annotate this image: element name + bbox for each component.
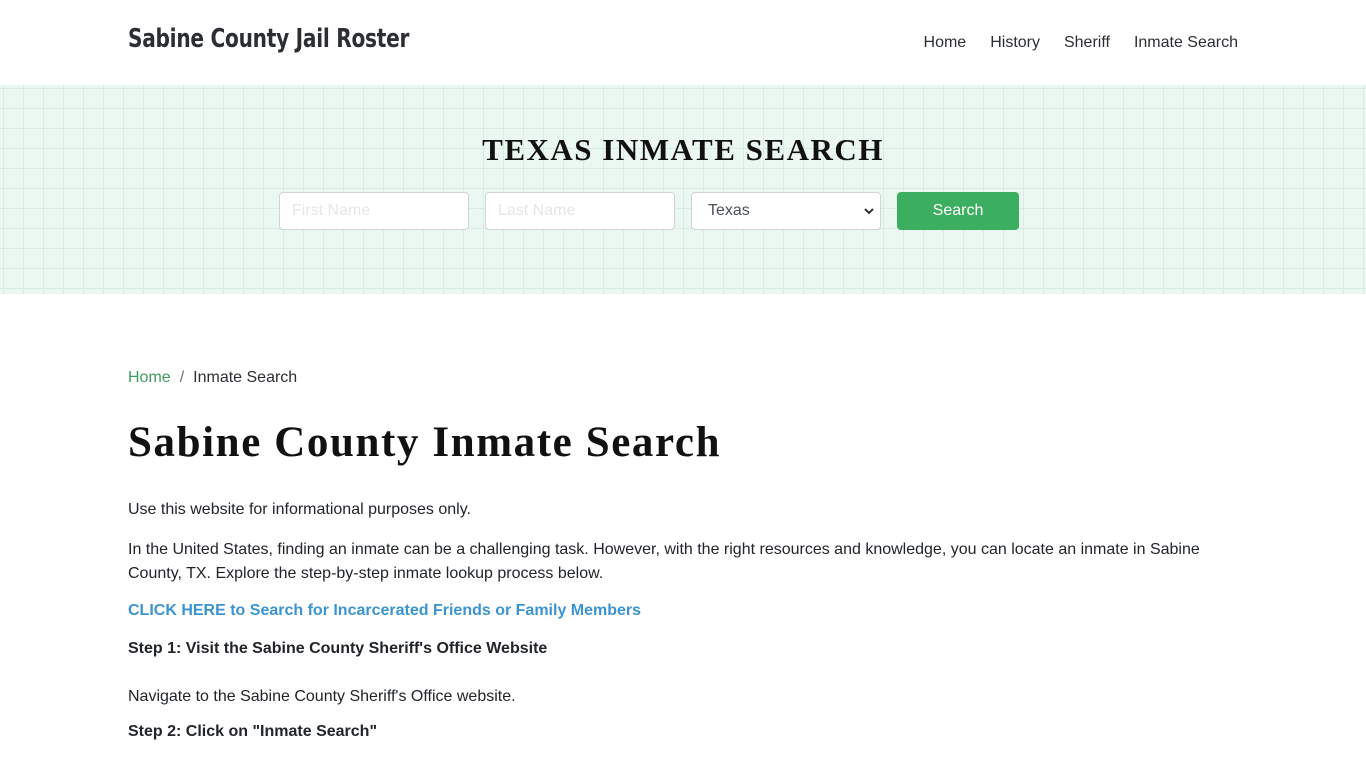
state-select[interactable]: Texas: [691, 192, 881, 230]
breadcrumb-separator: /: [179, 369, 185, 386]
first-name-input[interactable]: [279, 192, 469, 230]
step-2-heading: Step 2: Click on "Inmate Search": [128, 723, 378, 740]
breadcrumb-home[interactable]: Home: [128, 369, 171, 387]
main-nav: Home History Sheriff Inmate Search: [900, 32, 1238, 54]
nav-history[interactable]: History: [990, 32, 1040, 54]
intro-paragraph: In the United States, finding an inmate …: [128, 541, 1200, 582]
hero-title: TEXAS INMATE SEARCH: [482, 132, 884, 167]
nav-inmate-search[interactable]: Inmate Search: [1134, 32, 1238, 54]
search-button[interactable]: Search: [897, 192, 1019, 230]
breadcrumb: Home / Inmate Search: [128, 369, 297, 387]
step-1-text: Navigate to the Sabine County Sheriff's …: [128, 688, 516, 705]
nav-home[interactable]: Home: [924, 32, 967, 54]
page-title: Sabine County Inmate Search: [128, 419, 722, 466]
hero-search-section: TEXAS INMATE SEARCH Texas Search: [0, 85, 1366, 294]
site-logo-link[interactable]: Sabine County Jail Roster: [128, 24, 409, 54]
chevron-down-icon: [864, 204, 874, 218]
search-incarcerated-link[interactable]: CLICK HERE to Search for Incarcerated Fr…: [128, 602, 641, 620]
disclaimer-paragraph: Use this website for informational purpo…: [128, 501, 471, 518]
last-name-input[interactable]: [485, 192, 675, 230]
nav-sheriff[interactable]: Sheriff: [1064, 32, 1110, 54]
step-1-heading: Step 1: Visit the Sabine County Sheriff'…: [128, 640, 548, 657]
state-select-value: Texas: [708, 202, 750, 219]
breadcrumb-current: Inmate Search: [193, 369, 298, 386]
site-header: Sabine County Jail Roster Home History S…: [0, 0, 1366, 85]
